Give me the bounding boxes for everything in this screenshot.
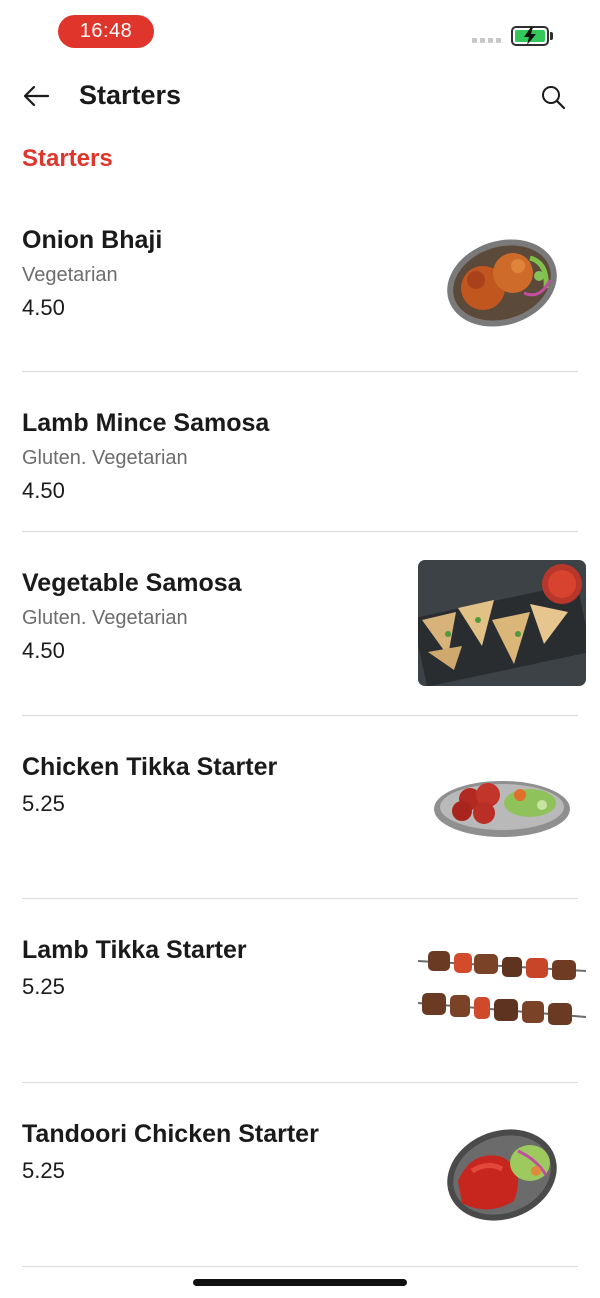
menu-item[interactable]: Chicken Tikka Starter 5.25 xyxy=(0,716,600,899)
menu-item[interactable]: Lamb Tikka Starter 5.25 xyxy=(0,899,600,1083)
battery-cap xyxy=(550,32,553,40)
item-name: Tandoori Chicken Starter xyxy=(22,1120,319,1148)
item-tags: Gluten. Vegetarian xyxy=(22,607,188,629)
item-name: Lamb Tikka Starter xyxy=(22,936,247,964)
menu-item[interactable]: Onion Bhaji Vegetarian 4.50 xyxy=(0,196,600,372)
item-price: 4.50 xyxy=(22,638,65,663)
status-bar: 16:48 xyxy=(0,0,600,62)
item-name: Onion Bhaji xyxy=(22,226,163,254)
section-title: Starters xyxy=(22,145,113,172)
battery-icon xyxy=(511,26,549,46)
divider xyxy=(22,1266,578,1267)
menu-list: Onion Bhaji Vegetarian 4.50 Lamb Mince S… xyxy=(0,196,600,1267)
arrow-left-icon xyxy=(23,85,50,107)
item-price: 5.25 xyxy=(22,974,65,999)
item-name: Lamb Mince Samosa xyxy=(22,409,270,437)
item-price: 4.50 xyxy=(22,478,65,503)
signal-icon xyxy=(472,38,501,43)
item-image xyxy=(418,218,586,344)
search-button[interactable] xyxy=(534,78,572,116)
item-name: Chicken Tikka Starter xyxy=(22,753,278,781)
home-indicator[interactable] xyxy=(193,1279,407,1286)
menu-item[interactable]: Lamb Mince Samosa Gluten. Vegetarian 4.5… xyxy=(0,372,600,532)
item-image xyxy=(418,560,586,686)
item-tags: Gluten. Vegetarian xyxy=(22,447,188,469)
back-button[interactable] xyxy=(18,78,54,114)
status-time: 16:48 xyxy=(58,15,154,48)
item-price: 5.25 xyxy=(22,1158,65,1183)
item-tags: Vegetarian xyxy=(22,264,118,286)
menu-item[interactable]: Tandoori Chicken Starter 5.25 xyxy=(0,1083,600,1267)
menu-item[interactable]: Vegetable Samosa Gluten. Vegetarian 4.50 xyxy=(0,532,600,716)
item-image xyxy=(418,927,586,1053)
item-name: Vegetable Samosa xyxy=(22,569,242,597)
item-price: 5.25 xyxy=(22,791,65,816)
item-price: 4.50 xyxy=(22,295,65,320)
page-title: Starters xyxy=(79,80,182,110)
item-image xyxy=(418,745,586,871)
item-image xyxy=(418,1111,586,1237)
nav-bar: Starters xyxy=(0,62,600,134)
search-icon xyxy=(542,86,566,110)
